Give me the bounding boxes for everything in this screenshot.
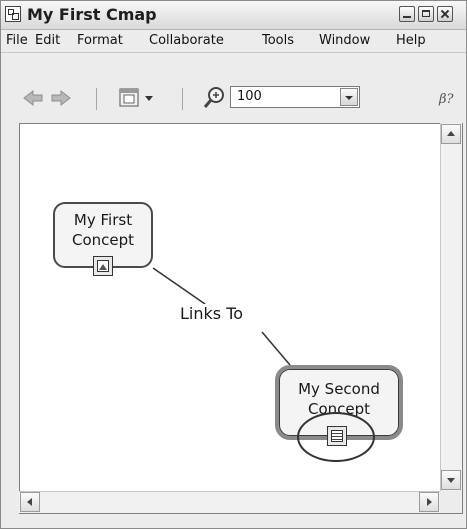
scroll-down-button[interactable] (441, 470, 461, 490)
scrollbar-corner (440, 491, 462, 513)
highlight-ellipse (297, 412, 375, 462)
image-resource-icon[interactable] (93, 256, 113, 276)
vertical-scrollbar[interactable] (440, 123, 462, 491)
concept-label-line: My First (73, 211, 133, 229)
link-label-links-to[interactable]: Links To (180, 304, 244, 323)
scroll-up-button[interactable] (441, 124, 461, 144)
concept-label-line: My Second (298, 380, 380, 398)
scroll-right-button[interactable] (419, 492, 439, 512)
scroll-left-button[interactable] (20, 492, 40, 512)
concept-label-line: Concept (71, 231, 135, 249)
horizontal-scrollbar[interactable] (19, 491, 440, 513)
